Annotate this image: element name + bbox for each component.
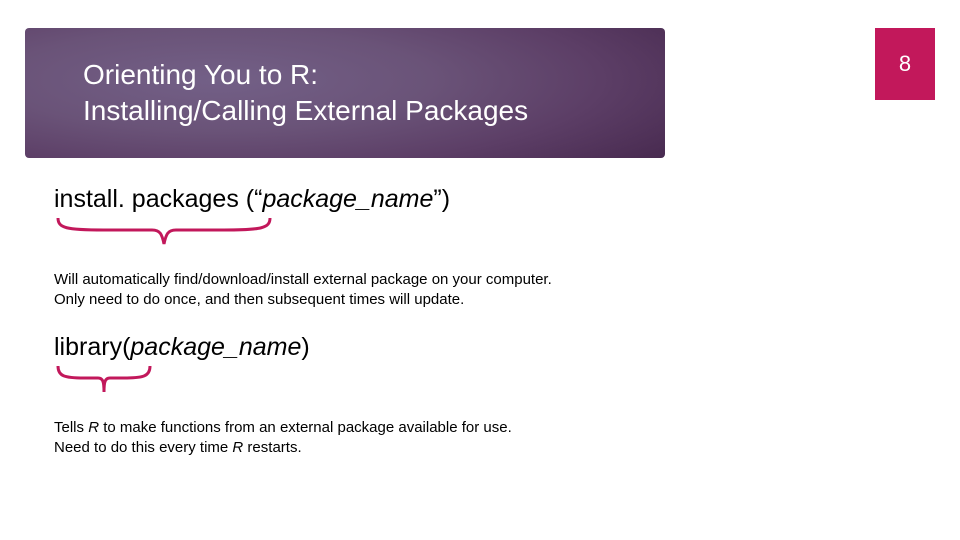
desc-line: Will automatically find/download/install… <box>54 271 552 288</box>
code-text: ) <box>301 333 309 361</box>
title-line-2: Installing/Calling External Packages <box>83 95 528 126</box>
desc-ital: R <box>88 419 99 436</box>
desc-line: Only need to do once, and then subsequen… <box>54 291 464 308</box>
title-banner: Orienting You to R: Installing/Calling E… <box>25 28 665 158</box>
bracket-annotation <box>54 216 920 260</box>
code-text: install. packages (“ <box>54 185 262 213</box>
install-description: Will automatically find/download/install… <box>54 270 920 311</box>
code-text: library( <box>54 333 130 361</box>
code-install-packages: install. packages (“package_name”) <box>54 185 920 214</box>
code-library: library(package_name) <box>54 333 920 362</box>
code-text: ”) <box>433 185 450 213</box>
library-description: Tells R to make functions from an extern… <box>54 418 920 459</box>
curly-bracket-icon <box>54 216 274 260</box>
desc-text: Tells <box>54 419 88 436</box>
code-argument: package_name <box>130 333 301 361</box>
curly-bracket-icon <box>54 364 154 408</box>
code-argument: package_name <box>262 185 433 213</box>
slide-body: install. packages (“package_name”) Will … <box>54 185 920 480</box>
desc-ital: R <box>232 439 243 456</box>
desc-text: Need to do this every time <box>54 439 232 456</box>
desc-text: to make functions from an external packa… <box>99 419 512 436</box>
page-number: 8 <box>899 51 911 77</box>
page-number-badge: 8 <box>875 28 935 100</box>
slide-title: Orienting You to R: Installing/Calling E… <box>83 57 528 129</box>
desc-text: restarts. <box>243 439 301 456</box>
bracket-annotation <box>54 364 920 408</box>
title-line-1: Orienting You to R: <box>83 59 318 90</box>
